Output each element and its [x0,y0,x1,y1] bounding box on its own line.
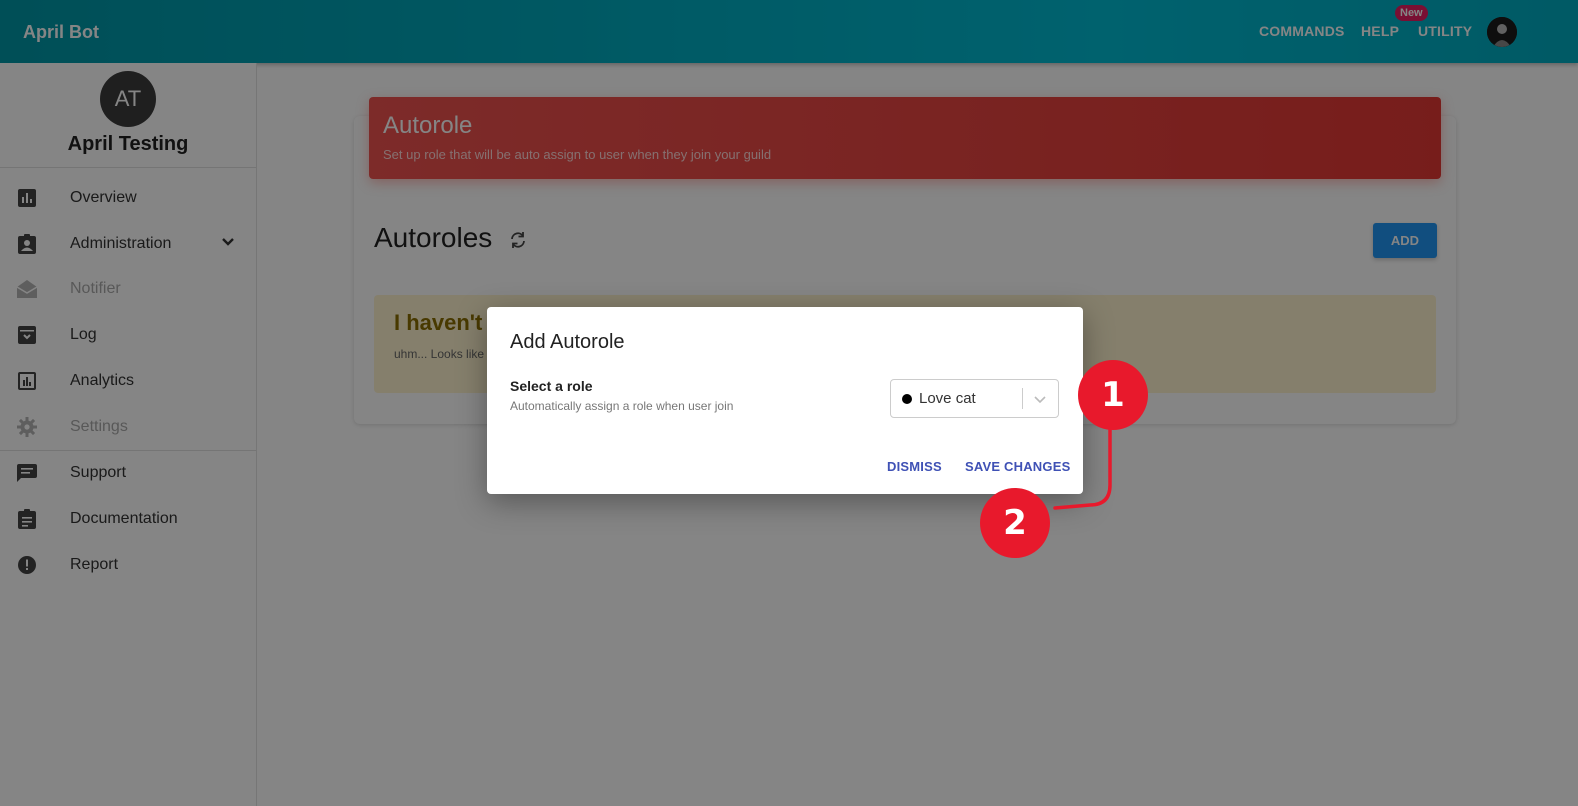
dismiss-button[interactable]: DISMISS [887,459,942,474]
select-divider [1022,388,1023,409]
role-field-label: Select a role [510,378,593,394]
step-2-marker: 2 [980,488,1050,558]
annotation-connector [1053,428,1112,510]
dialog-title: Add Autorole [510,331,625,353]
step-1-marker: 1 [1078,360,1148,430]
selected-role: Love cat [919,390,976,407]
role-color-dot [902,394,912,404]
add-autorole-dialog: Add Autorole Select a role Automatically… [487,307,1083,494]
role-field-help: Automatically assign a role when user jo… [510,399,734,413]
role-select[interactable]: Love cat [890,379,1059,418]
chevron-down-icon[interactable] [1032,391,1048,412]
